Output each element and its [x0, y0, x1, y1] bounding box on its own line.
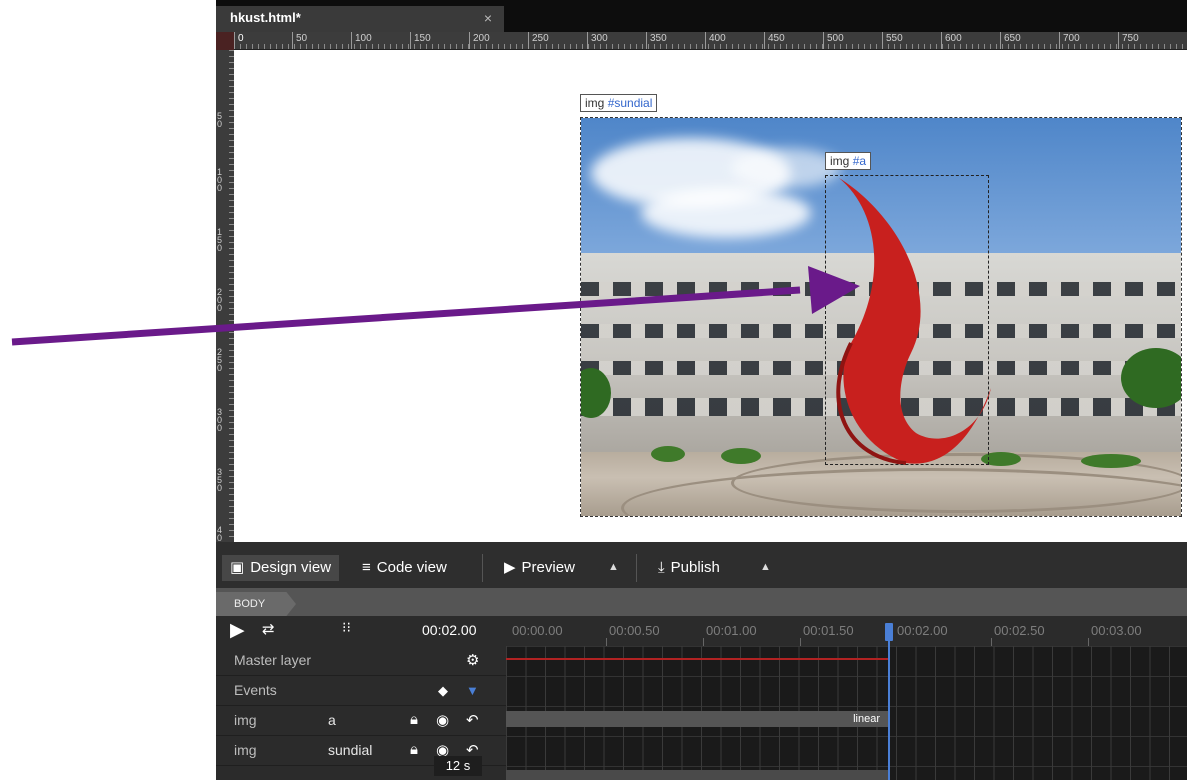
preview-dropdown-icon[interactable]: ▲	[608, 561, 619, 573]
current-time[interactable]: 00:02.00	[422, 622, 477, 638]
layer-row-master[interactable]: Master layer ⚙	[216, 646, 506, 676]
time-tick-label: 00:01.50	[803, 623, 854, 638]
design-canvas[interactable]: img #sundial img #a	[234, 50, 1187, 542]
ruler-tick: 50	[292, 32, 307, 49]
gear-icon[interactable]: ⚙	[466, 651, 479, 669]
duration-badge: 12 s	[434, 756, 482, 776]
publish-icon: ⤓	[658, 559, 665, 576]
eye-icon[interactable]: ◉	[436, 711, 449, 729]
time-tick-label: 00:00.00	[512, 623, 563, 638]
editor-app: hkust.html* × 0 50 100 150 200 250 300 3…	[216, 0, 1187, 780]
design-view-button[interactable]: ▣ Design view	[222, 555, 340, 581]
code-view-icon: ≡	[362, 559, 371, 576]
undo-icon[interactable]: ↶	[466, 711, 479, 729]
ruler-tick: 0	[234, 32, 244, 49]
ruler-tick: 750	[1118, 32, 1139, 49]
layer-row-events[interactable]: Events ◆ ▼	[216, 676, 506, 706]
keyframe-options-icon[interactable]: ⁝⁝	[342, 619, 351, 636]
view-toolbar: ▣ Design view ≡ Code view ▶ Preview ▲ ⤓ Publ…	[216, 542, 1187, 588]
ruler-tick: 250	[217, 347, 223, 373]
ruler-tick: 300	[587, 32, 608, 49]
ruler-tick: 300	[217, 407, 223, 433]
easing-label: linear	[853, 713, 880, 725]
ruler-tick: 450	[764, 32, 785, 49]
ruler-tick: 250	[528, 32, 549, 49]
ruler-tick: 650	[1000, 32, 1021, 49]
timeline-controls: ▶ ⇄ ⁝⁝ 00:02.00	[216, 616, 506, 646]
time-tick-label: 00:00.50	[609, 623, 660, 638]
loop-icon[interactable]: ⇄	[262, 620, 275, 638]
timeline-tracks[interactable]: 00:00.00 00:00.50 00:01.00 00:01.50 00:0…	[506, 616, 1187, 780]
tab-title: hkust.html*	[230, 10, 301, 25]
close-icon[interactable]: ×	[484, 10, 492, 26]
ruler-tick: 200	[469, 32, 490, 49]
preview-button[interactable]: ▶ Preview	[496, 555, 583, 581]
ruler-tick: 600	[941, 32, 962, 49]
ruler-corner	[216, 32, 234, 50]
horizontal-ruler: 0 50 100 150 200 250 300 350 400 450 500…	[234, 32, 1187, 50]
play-icon[interactable]: ▶	[230, 619, 245, 642]
time-tick-label: 00:01.00	[706, 623, 757, 638]
a-image-selection[interactable]	[825, 175, 989, 465]
sundial-image[interactable]: img #a	[580, 117, 1182, 517]
time-ruler[interactable]: 00:00.00 00:00.50 00:01.00 00:01.50 00:0…	[506, 616, 1187, 646]
time-tick-label: 00:02.00	[897, 623, 948, 638]
ruler-tick: 700	[1059, 32, 1080, 49]
ruler-tick: 550	[882, 32, 903, 49]
layer-row-a[interactable]: img a 🔒︎ ◉ ↶	[216, 706, 506, 736]
design-view-icon: ▣	[230, 559, 245, 576]
ruler-tick: 50	[217, 111, 223, 129]
breadcrumb-bar: BODY	[216, 588, 1187, 616]
playhead[interactable]	[888, 624, 890, 780]
ruler-tick: 400	[705, 32, 726, 49]
ruler-tick: 500	[823, 32, 844, 49]
ruler-tick: 100	[217, 167, 223, 193]
vertical-ruler: 50 100 150 200 250 300 350 40	[216, 50, 234, 542]
ruler-tick: 40	[217, 525, 223, 543]
timeline-scrollbar[interactable]	[506, 770, 888, 780]
time-tick-label: 00:02.50	[994, 623, 1045, 638]
ruler-tick: 150	[410, 32, 431, 49]
document-tab[interactable]: hkust.html* ×	[216, 6, 504, 32]
preview-icon: ▶	[504, 559, 516, 576]
playhead-handle[interactable]	[885, 623, 893, 641]
ruler-tick: 200	[217, 287, 223, 313]
ruler-tick: 350	[217, 467, 223, 493]
timeline-layers: ▶ ⇄ ⁝⁝ 00:02.00 Master layer ⚙ Events ◆ …	[216, 616, 506, 780]
publish-button[interactable]: ⤓ Publish	[650, 555, 728, 581]
a-element-label: img #a	[825, 152, 872, 170]
code-view-button[interactable]: ≡ Code view	[354, 555, 455, 581]
filter-triangle-icon[interactable]: ▼	[466, 683, 479, 698]
lock-icon[interactable]: 🔒︎	[410, 741, 418, 758]
breadcrumb-body[interactable]: BODY	[216, 592, 296, 616]
lock-icon[interactable]: 🔒︎	[410, 711, 418, 728]
ruler-tick: 150	[217, 227, 223, 253]
ruler-tick: 100	[351, 32, 372, 49]
sundial-element-label: img #sundial	[580, 94, 658, 112]
master-layer-track	[506, 658, 888, 660]
tab-bar: hkust.html* ×	[216, 0, 1187, 32]
animation-track-a[interactable]: linear	[506, 711, 888, 727]
publish-dropdown-icon[interactable]: ▲	[760, 561, 771, 573]
ruler-tick: 350	[646, 32, 667, 49]
time-tick-label: 00:03.00	[1091, 623, 1142, 638]
diamond-icon[interactable]: ◆	[438, 683, 448, 699]
